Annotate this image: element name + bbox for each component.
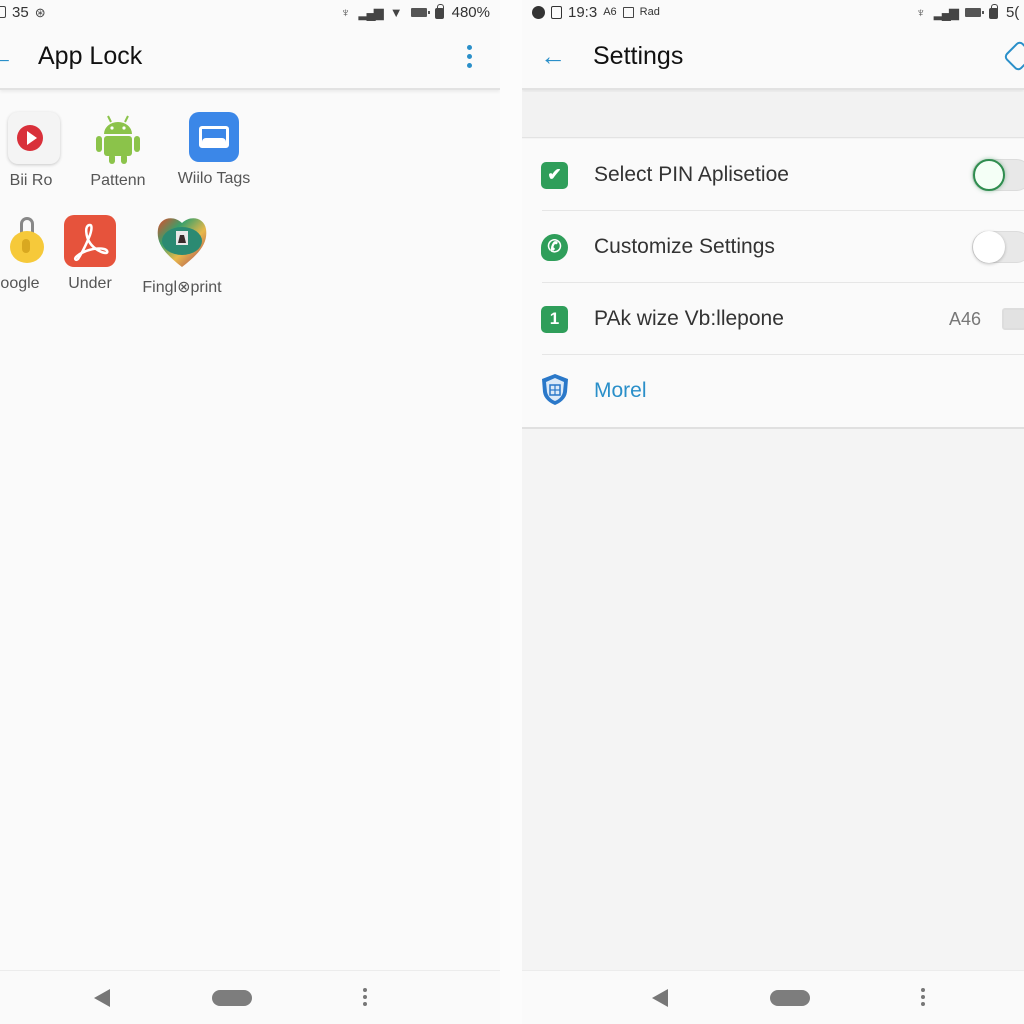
page-title: Settings (593, 41, 684, 70)
app-bar: ← App Lock (0, 24, 500, 90)
alert-icon (532, 5, 545, 19)
status-bar: 35 ⊛ ♆ ▂▄▆ ▼ 480% (0, 0, 500, 24)
page-title: App Lock (38, 41, 143, 70)
padlock-icon (0, 215, 44, 267)
sim-icon (551, 5, 562, 19)
app-bar: ← Settings (522, 24, 1024, 90)
shield-icon (540, 372, 570, 411)
battery-percent: 5( (1005, 3, 1020, 21)
image-preview-icon[interactable] (1002, 308, 1024, 330)
lock-icon (988, 3, 998, 19)
more-link[interactable]: Morel (594, 379, 647, 403)
app-label: Wiilo Tags (177, 170, 251, 187)
status-time: 35 (12, 3, 29, 21)
acrobat-icon (64, 215, 116, 267)
select-pin-toggle[interactable] (972, 159, 1024, 191)
android-icon (92, 112, 144, 164)
calendar-icon (622, 6, 634, 18)
setting-row-customize[interactable]: ✆ Customize Settings (522, 211, 1024, 283)
gallery-icon (189, 112, 239, 162)
nav-back-icon[interactable] (652, 989, 668, 1007)
settings-list: ✔ Select PIN Aplisetioe ✆ Customize Sett… (522, 139, 1024, 429)
checkbox-icon: ✔ (541, 161, 568, 189)
app-item[interactable]: Bii Ro (0, 112, 70, 190)
signal-icon: ▂▄▆ (933, 4, 959, 20)
signal-icon: ▂▄▆ (358, 4, 384, 20)
setting-label: Customize Settings (594, 235, 775, 258)
cast-icon: ⊛ (34, 4, 46, 20)
heart-badge-icon (154, 213, 210, 269)
hotspot-icon: ♆ (916, 4, 926, 20)
battery-icon (410, 7, 430, 17)
nav-menu-icon[interactable] (921, 988, 925, 1006)
setting-row-wallpaper[interactable]: 1 PAk wize Vb:llepone A46 (522, 283, 1024, 355)
app-label: Under (68, 275, 112, 292)
navigation-bar (0, 970, 500, 1024)
lock-icon (434, 3, 444, 19)
navigation-bar (522, 970, 1024, 1024)
nav-home-icon[interactable] (770, 990, 810, 1006)
app-label: Fingl⊗print (142, 279, 222, 296)
app-item[interactable]: Fingl⊗print (132, 213, 232, 297)
nav-back-icon[interactable] (94, 989, 110, 1007)
number-one-icon: 1 (541, 305, 568, 333)
customize-toggle[interactable] (972, 231, 1024, 263)
battery-percent: 480% (451, 3, 490, 21)
nav-menu-icon[interactable] (363, 988, 367, 1006)
status-time: 19:3 (568, 3, 598, 21)
app-item[interactable]: Pattenn (68, 112, 168, 190)
section-spacer (522, 92, 1024, 138)
settings-gear-icon[interactable] (1002, 39, 1024, 73)
screen-divider (500, 0, 522, 1024)
back-arrow-icon[interactable]: ← (540, 43, 566, 69)
play-icon (8, 112, 60, 164)
app-item[interactable]: Under (40, 215, 140, 293)
status-network: A6 (603, 6, 617, 18)
status-carrier: Rad (639, 6, 660, 18)
setting-label: Select PIN Aplisetioe (594, 163, 789, 186)
app-lock-screen: 35 ⊛ ♆ ▂▄▆ ▼ 480% ← App Lock Bii Ro Patt… (0, 0, 500, 1024)
battery-icon (964, 7, 984, 17)
setting-value: A46 (949, 308, 982, 329)
app-label: Bii Ro (9, 172, 53, 189)
wifi-icon: ▼ (389, 4, 403, 20)
back-arrow-icon[interactable]: ← (0, 43, 14, 69)
setting-row-more[interactable]: Morel (522, 355, 1024, 427)
hotspot-icon: ♆ (340, 4, 351, 20)
app-item[interactable]: Wiilo Tags (164, 112, 264, 188)
setting-row-select-pin[interactable]: ✔ Select PIN Aplisetioe (522, 139, 1024, 211)
setting-label: PAk wize Vb:llepone (594, 307, 784, 330)
phone-icon: ✆ (541, 233, 568, 261)
nav-home-icon[interactable] (212, 990, 252, 1006)
status-bar: 19:3 A6 Rad ♆ ▂▄▆ 5( (522, 0, 1024, 24)
app-label: Pattenn (90, 172, 146, 189)
overflow-menu-icon[interactable] (467, 44, 473, 68)
notification-icon (0, 6, 6, 18)
settings-screen: 19:3 A6 Rad ♆ ▂▄▆ 5( ← Settings ✔ Select… (522, 0, 1024, 1024)
